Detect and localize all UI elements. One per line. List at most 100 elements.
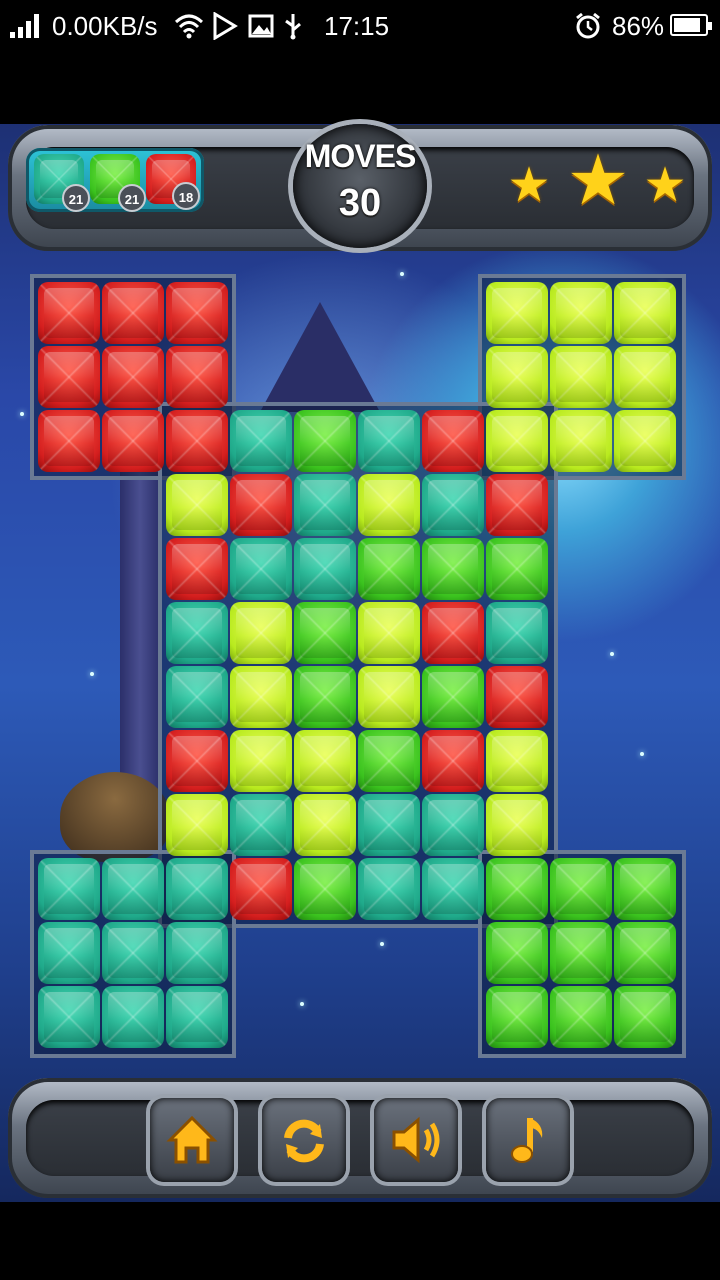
music-button[interactable]	[486, 1098, 570, 1182]
block-lime[interactable]	[614, 346, 676, 408]
block-lime[interactable]	[550, 282, 612, 344]
moves-counter: MOVES 30	[293, 124, 427, 248]
home-button[interactable]	[150, 1098, 234, 1182]
block-teal[interactable]	[486, 602, 548, 664]
block-teal[interactable]	[102, 858, 164, 920]
block-green[interactable]	[294, 410, 356, 472]
block-teal[interactable]	[358, 858, 420, 920]
block-teal[interactable]	[294, 538, 356, 600]
block-lime[interactable]	[166, 794, 228, 856]
block-red[interactable]	[166, 346, 228, 408]
block-red[interactable]	[166, 730, 228, 792]
block-lime[interactable]	[294, 730, 356, 792]
block-teal[interactable]	[38, 922, 100, 984]
bottom-hud	[8, 1078, 712, 1198]
block-lime[interactable]	[294, 794, 356, 856]
block-teal[interactable]	[166, 602, 228, 664]
block-green[interactable]	[614, 922, 676, 984]
block-teal[interactable]	[166, 986, 228, 1048]
block-green[interactable]	[550, 922, 612, 984]
block-red[interactable]	[230, 858, 292, 920]
block-green[interactable]	[358, 730, 420, 792]
block-red[interactable]	[230, 474, 292, 536]
block-red[interactable]	[102, 346, 164, 408]
block-green[interactable]	[550, 858, 612, 920]
block-teal[interactable]	[230, 538, 292, 600]
block-teal[interactable]	[422, 794, 484, 856]
block-lime[interactable]	[486, 346, 548, 408]
play-store-icon	[213, 12, 238, 40]
block-red[interactable]	[422, 410, 484, 472]
battery-icon	[670, 14, 712, 36]
block-red[interactable]	[166, 282, 228, 344]
block-green[interactable]	[294, 602, 356, 664]
block-green[interactable]	[422, 666, 484, 728]
block-red[interactable]	[486, 474, 548, 536]
block-red[interactable]	[166, 538, 228, 600]
block-lime[interactable]	[486, 282, 548, 344]
block-green[interactable]	[486, 538, 548, 600]
goal-count-green: 21	[118, 184, 146, 212]
block-teal[interactable]	[166, 922, 228, 984]
block-green[interactable]	[614, 986, 676, 1048]
block-teal[interactable]	[358, 410, 420, 472]
sound-button[interactable]	[374, 1098, 458, 1182]
network-speed: 0.00KB/s	[52, 11, 158, 41]
block-lime[interactable]	[358, 602, 420, 664]
block-teal[interactable]	[166, 666, 228, 728]
gallery-icon	[248, 14, 274, 38]
block-teal[interactable]	[422, 858, 484, 920]
block-teal[interactable]	[166, 858, 228, 920]
block-lime[interactable]	[550, 346, 612, 408]
block-teal[interactable]	[102, 922, 164, 984]
block-teal[interactable]	[102, 986, 164, 1048]
block-lime[interactable]	[486, 794, 548, 856]
block-lime[interactable]	[230, 602, 292, 664]
music-note-icon	[511, 1118, 543, 1163]
block-red[interactable]	[166, 410, 228, 472]
block-red[interactable]	[102, 410, 164, 472]
block-lime[interactable]	[614, 282, 676, 344]
block-lime[interactable]	[614, 410, 676, 472]
block-green[interactable]	[294, 858, 356, 920]
block-lime[interactable]	[230, 666, 292, 728]
block-teal[interactable]	[358, 794, 420, 856]
block-green[interactable]	[294, 666, 356, 728]
block-lime[interactable]	[230, 730, 292, 792]
restart-button[interactable]	[262, 1098, 346, 1182]
clock: 17:15	[324, 11, 390, 41]
block-green[interactable]	[486, 986, 548, 1048]
block-green[interactable]	[550, 986, 612, 1048]
block-red[interactable]	[38, 346, 100, 408]
block-green[interactable]	[358, 538, 420, 600]
block-lime[interactable]	[486, 410, 548, 472]
block-red[interactable]	[422, 602, 484, 664]
block-red[interactable]	[486, 666, 548, 728]
block-red[interactable]	[38, 282, 100, 344]
block-teal[interactable]	[422, 474, 484, 536]
goal-panel: 21 21 18	[26, 148, 204, 212]
block-green[interactable]	[614, 858, 676, 920]
moves-value: 30	[338, 182, 382, 224]
block-green[interactable]	[486, 858, 548, 920]
block-lime[interactable]	[358, 474, 420, 536]
block-teal[interactable]	[230, 410, 292, 472]
block-teal[interactable]	[230, 794, 292, 856]
battery-percent: 86%	[612, 11, 665, 41]
block-red[interactable]	[422, 730, 484, 792]
block-lime[interactable]	[358, 666, 420, 728]
block-green[interactable]	[422, 538, 484, 600]
block-green[interactable]	[486, 922, 548, 984]
block-teal[interactable]	[38, 986, 100, 1048]
block-lime[interactable]	[166, 474, 228, 536]
block-lime[interactable]	[486, 730, 548, 792]
block-lime[interactable]	[550, 410, 612, 472]
block-red[interactable]	[102, 282, 164, 344]
star-icon: ★	[643, 157, 687, 213]
block-teal[interactable]	[38, 858, 100, 920]
block-red[interactable]	[38, 410, 100, 472]
block-teal[interactable]	[294, 474, 356, 536]
speaker-icon	[392, 1116, 440, 1164]
moves-label: MOVES	[304, 138, 417, 174]
castle-tower-decoration	[260, 302, 380, 412]
